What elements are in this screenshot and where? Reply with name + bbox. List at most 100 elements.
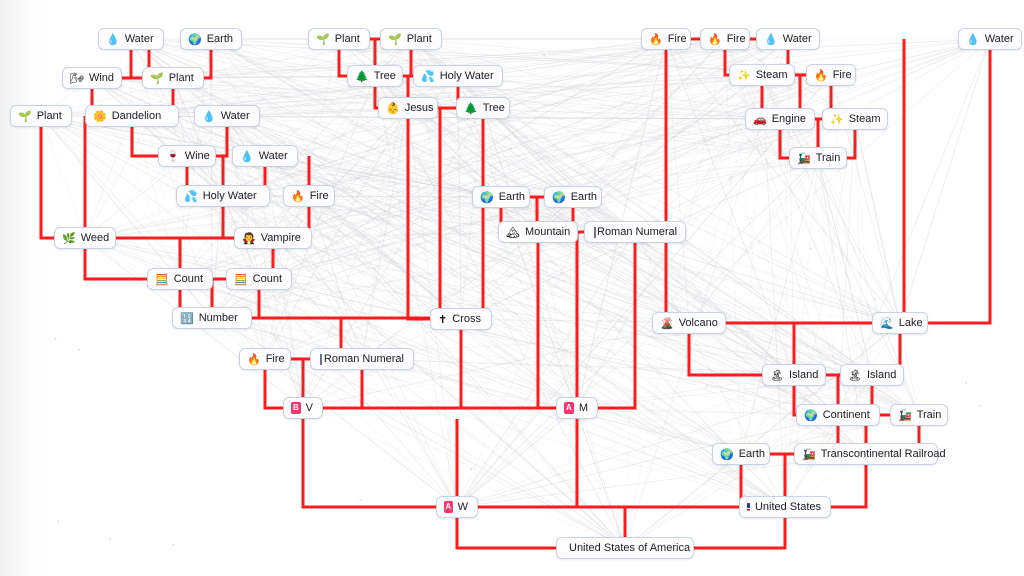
- craft-node-v_node[interactable]: BV: [283, 397, 323, 419]
- craft-node-label: Volcano: [678, 316, 718, 329]
- car-icon: 🚗: [753, 112, 767, 126]
- craft-node-number[interactable]: 🔢 Number: [172, 307, 252, 329]
- craft-node-label: Count: [173, 272, 204, 285]
- craft-node-holy_water_left[interactable]: 💦 Holy Water: [176, 185, 270, 207]
- craft-node-label: Tree: [482, 101, 505, 114]
- craft-node-m_node[interactable]: AM: [556, 397, 598, 419]
- craft-node-label: Earth: [738, 447, 765, 460]
- craft-node-label: Steam: [848, 112, 881, 125]
- desert-island-icon: 🏝: [848, 368, 862, 382]
- craft-node-earth_railroad[interactable]: 🌍 Earth: [712, 443, 770, 465]
- craft-node-label: M: [578, 401, 588, 414]
- craft-node-label: Continent: [822, 408, 870, 421]
- craft-node-wind[interactable]: 🌬 Wind: [62, 67, 122, 89]
- craft-node-earth_mount_b[interactable]: 🌍 Earth: [544, 186, 602, 208]
- craft-node-earth_top_left[interactable]: 🌍 Earth: [180, 28, 242, 50]
- craft-node-label: Transcontinental Railroad: [820, 447, 946, 460]
- craft-node-earth_mount_a[interactable]: 🌍 Earth: [472, 186, 530, 208]
- craft-node-label: Plant: [168, 71, 194, 84]
- craft-node-label: Island: [866, 368, 897, 381]
- craft-node-label: Train: [916, 408, 942, 421]
- craft-node-roman_numeral_mid[interactable]: Roman Numeral: [584, 221, 686, 243]
- earth-globe-icon: 🌍: [804, 408, 818, 422]
- craft-node-engine[interactable]: 🚗 Engine: [745, 108, 815, 130]
- craft-node-united_states[interactable]: United States: [739, 496, 831, 518]
- droplet-icon: 💧: [764, 32, 778, 46]
- craft-node-fire_holy[interactable]: 🔥 Fire: [283, 185, 335, 207]
- craft-node-water_top_left[interactable]: 💧 Water: [98, 28, 164, 50]
- craft-node-united_states_of_america[interactable]: United States of America: [556, 537, 694, 559]
- fire-icon: 🔥: [247, 352, 261, 366]
- craft-node-transcontinental_railroad[interactable]: 🚂 Transcontinental Railroad: [794, 443, 946, 465]
- craft-node-label: Earth: [498, 190, 525, 203]
- craft-node-fire_top_2[interactable]: 🔥 Fire: [700, 28, 750, 50]
- craft-node-cross[interactable]: ✝ Cross: [430, 308, 492, 330]
- craft-node-water_far_right[interactable]: 💧 Water: [958, 28, 1022, 50]
- craft-node-tree_lower[interactable]: 🌲 Tree: [456, 97, 510, 119]
- craft-node-label: Wind: [88, 71, 115, 84]
- craft-node-roman_numeral_low[interactable]: Roman Numeral: [310, 348, 414, 370]
- craft-node-island_right[interactable]: 🏝 Island: [840, 364, 904, 386]
- craft-node-plant_top_a[interactable]: 🌱 Plant: [308, 28, 370, 50]
- droplet-icon: 💧: [106, 32, 120, 46]
- craft-node-water_wine[interactable]: 💧 Water: [232, 145, 298, 167]
- crafting-tree-canvas[interactable]: 🌱 Plant 💧 Water 🌍 Earth 🌬 Wind 🌱 Plant 🌼 Dandelion 💧…: [0, 0, 1024, 576]
- craft-node-dandelion[interactable]: 🌼 Dandelion: [85, 105, 179, 127]
- locomotive-icon: 🚂: [898, 408, 912, 422]
- craft-node-tree_upper[interactable]: 🌲 Tree: [347, 65, 403, 87]
- desert-island-icon: 🏝: [770, 368, 784, 382]
- craft-node-label: Fire: [265, 352, 285, 365]
- craft-node-label: Steam: [755, 68, 788, 81]
- craft-node-label: Vampire: [260, 231, 301, 244]
- craft-node-water_steam[interactable]: 💧 Water: [756, 28, 820, 50]
- craft-node-train_lower[interactable]: 🚂 Train: [890, 404, 948, 426]
- craft-node-label: Mountain: [524, 225, 571, 238]
- craft-node-vampire[interactable]: 🧛 Vampire: [234, 227, 312, 249]
- craft-node-volcano[interactable]: 🌋 Volcano: [652, 312, 726, 334]
- craft-node-label: Fire: [309, 189, 329, 202]
- craft-node-train_upper[interactable]: 🚂 Train: [789, 147, 847, 169]
- craft-node-label: Engine: [771, 112, 806, 125]
- abacus-icon: 🧮: [234, 272, 248, 286]
- craft-node-fire_number[interactable]: 🔥 Fire: [239, 348, 291, 370]
- craft-node-label: Fire: [667, 32, 687, 45]
- craft-node-label: V: [305, 401, 313, 414]
- craft-node-fire_steam[interactable]: 🔥 Fire: [806, 64, 856, 86]
- craft-node-mountain[interactable]: 🏔 Mountain: [498, 221, 578, 243]
- craft-node-label: United States of America: [569, 541, 691, 554]
- earth-globe-icon: 🌍: [480, 190, 494, 204]
- craft-node-water_dandelion[interactable]: 💧 Water: [194, 105, 260, 127]
- craft-node-plant_top_b[interactable]: 🌱 Plant: [380, 28, 442, 50]
- herb-icon: 🌿: [62, 231, 76, 245]
- craft-node-label: Water: [220, 109, 250, 122]
- craft-node-fire_top_1[interactable]: 🔥 Fire: [641, 28, 691, 50]
- craft-node-label: Earth: [206, 32, 233, 45]
- craft-node-w_node[interactable]: AW: [436, 496, 478, 518]
- craft-node-steam_upper[interactable]: ✨ Steam: [729, 64, 795, 86]
- craft-node-wine[interactable]: 🍷 Wine: [158, 145, 216, 167]
- craft-node-count_right[interactable]: 🧮 Count: [226, 268, 292, 290]
- craft-node-steam_lower[interactable]: ✨ Steam: [822, 108, 888, 130]
- craft-node-label: Jesus: [404, 101, 434, 114]
- us-flag-icon: [747, 502, 750, 512]
- fire-icon: 🔥: [649, 32, 663, 46]
- craft-node-jesus[interactable]: 👶 Jesus: [378, 97, 438, 119]
- craft-node-holy_water_right[interactable]: 💦 Holy Water: [413, 65, 503, 87]
- craft-node-label: Plant: [406, 32, 432, 45]
- blossom-icon: 🌼: [93, 109, 107, 123]
- craft-node-weed[interactable]: 🌿 Weed: [54, 227, 116, 249]
- earth-globe-icon: 🌍: [720, 447, 734, 461]
- craft-node-plant_mid_left[interactable]: 🌱 Plant: [142, 67, 204, 89]
- craft-node-label: Tree: [373, 69, 396, 82]
- craft-node-label: Lake: [898, 316, 923, 329]
- craft-node-continent[interactable]: 🌍 Continent: [796, 404, 880, 426]
- locomotive-icon: 🚂: [802, 447, 816, 461]
- craft-node-lake[interactable]: 🌊 Lake: [872, 312, 928, 334]
- craft-node-count_left[interactable]: 🧮 Count: [147, 268, 213, 290]
- craft-node-label: Wine: [184, 149, 210, 162]
- craft-node-island_left[interactable]: 🏝 Island: [762, 364, 826, 386]
- craft-node-label: Count: [252, 272, 283, 285]
- craft-node-label: Train: [815, 151, 841, 164]
- craft-node-plant_far_left[interactable]: 🌱 Plant: [10, 105, 72, 127]
- abacus-icon: 🧮: [155, 272, 169, 286]
